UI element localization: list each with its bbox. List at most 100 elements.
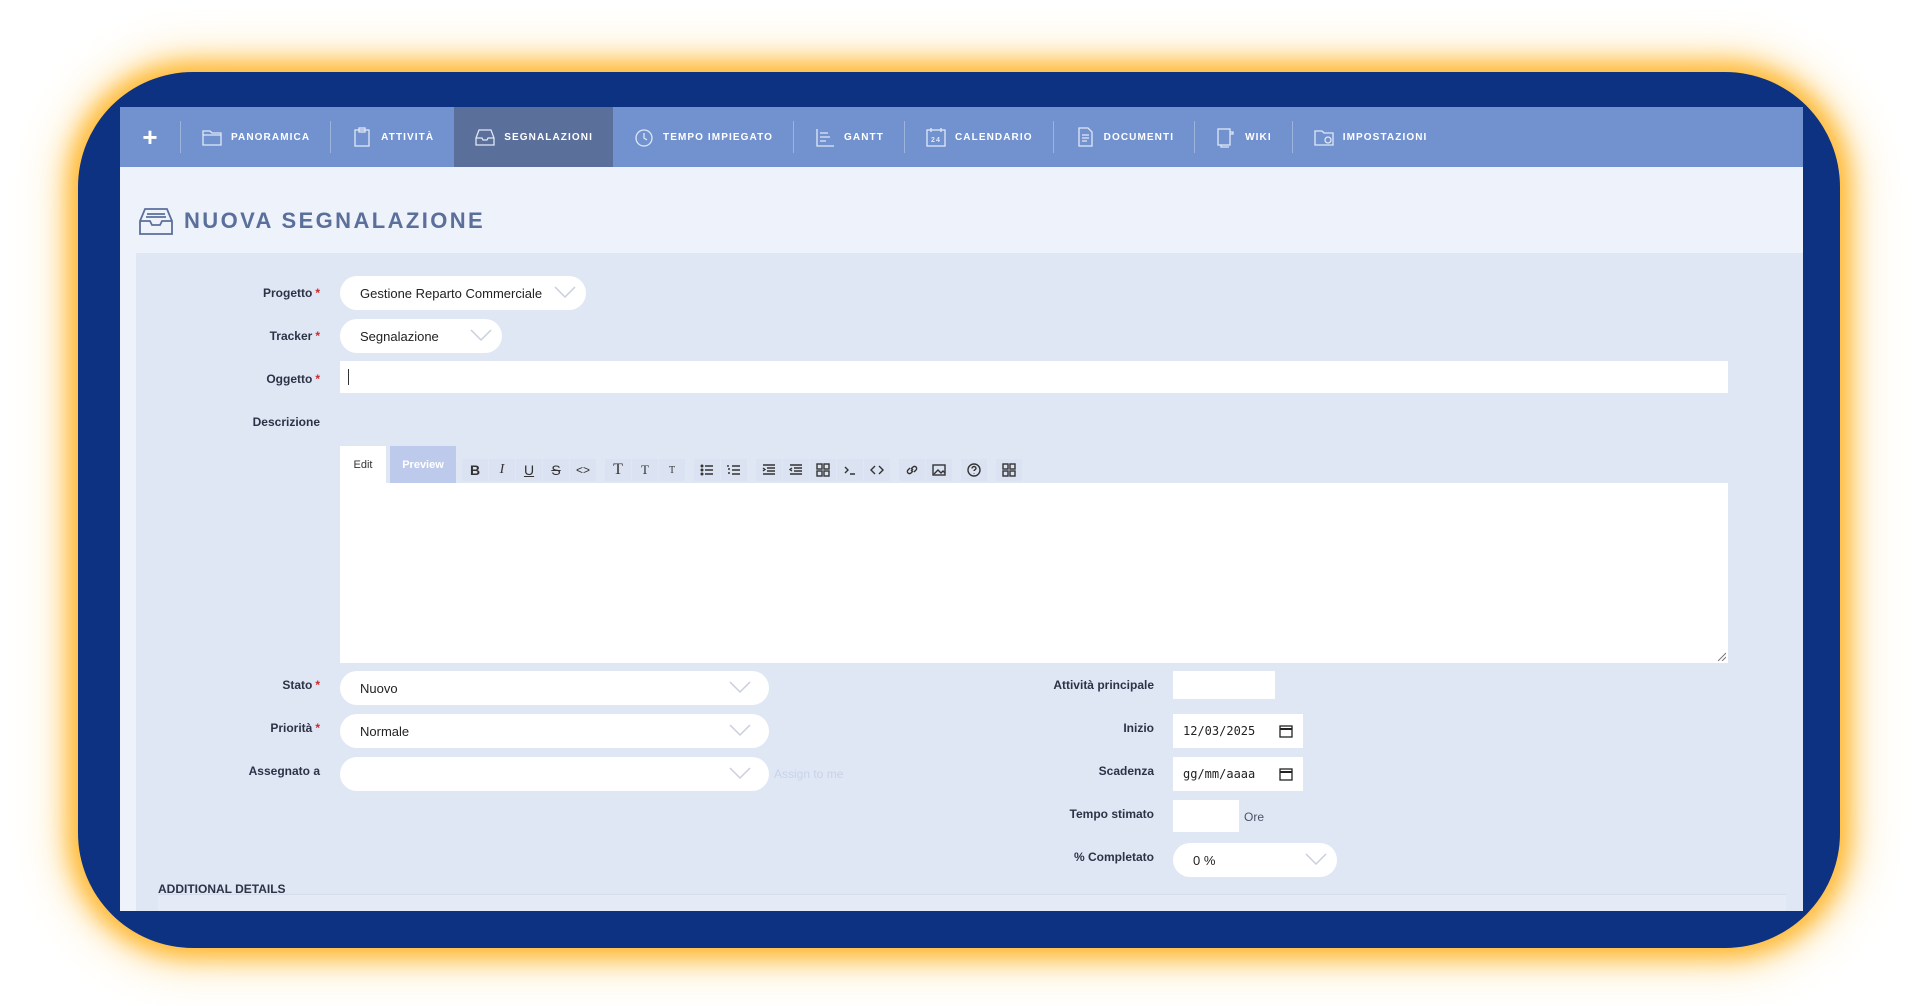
inline-code-button[interactable]: <> <box>570 459 596 481</box>
tab-impostazioni[interactable]: IMPOSTAZIONI <box>1293 107 1448 167</box>
document-icon <box>1077 127 1093 147</box>
bullet-list-icon <box>700 464 713 476</box>
assegnato-label: Assegnato a <box>248 764 320 778</box>
help-icon <box>967 463 981 477</box>
calendar-icon[interactable] <box>1279 767 1293 781</box>
tab-wiki[interactable]: WIKI <box>1195 107 1292 167</box>
indent-right-button[interactable] <box>756 459 782 481</box>
underline-button[interactable]: U <box>516 459 542 481</box>
completato-select[interactable]: 0 % <box>1173 843 1337 877</box>
tab-attivita[interactable]: ATTIVITÀ <box>331 107 454 167</box>
tab-segnalazioni[interactable]: SEGNALAZIONI <box>454 107 613 167</box>
link-button[interactable] <box>899 459 925 481</box>
svg-text:24: 24 <box>931 137 941 144</box>
attivita-principale-label: Attività principale <box>1053 678 1154 692</box>
text-caret <box>348 369 349 385</box>
link-icon <box>906 465 918 475</box>
calendar-icon[interactable] <box>1279 724 1293 738</box>
scadenza-label: Scadenza <box>1098 764 1154 778</box>
assegnato-select[interactable] <box>340 757 769 791</box>
chevron-down-icon <box>1305 852 1327 866</box>
new-object-button[interactable]: + <box>120 107 180 167</box>
tab-label: WIKI <box>1245 131 1272 143</box>
chevron-down-icon <box>470 328 492 342</box>
scadenza-date-input[interactable]: gg/mm/aaaa <box>1173 757 1303 791</box>
numbered-list-button[interactable] <box>721 459 747 481</box>
tab-preview[interactable]: Preview <box>390 446 456 484</box>
chevron-down-icon <box>729 766 751 780</box>
tab-tempo-impiegato[interactable]: TEMPO IMPIEGATO <box>613 107 793 167</box>
progetto-select[interactable]: Gestione Reparto Commerciale <box>340 276 586 310</box>
resize-handle-icon[interactable] <box>1716 651 1726 661</box>
macro-button[interactable] <box>996 459 1022 481</box>
app-screen: + PANORAMICA ATTIVITÀ SEGNALAZIONI TEMPO… <box>120 107 1803 911</box>
folder-icon <box>202 130 222 146</box>
indent-left-button[interactable] <box>783 459 809 481</box>
calendar-icon: 24 <box>926 128 946 147</box>
heading2-button[interactable]: T <box>632 459 658 481</box>
italic-button[interactable]: I <box>489 459 515 481</box>
wiki-icon <box>1217 128 1234 148</box>
inizio-date-input[interactable]: 12/03/2025 <box>1173 714 1303 748</box>
tab-label: IMPOSTAZIONI <box>1342 131 1428 143</box>
folder-settings-icon <box>1314 130 1334 146</box>
terminal-icon <box>844 466 855 475</box>
inbox-icon <box>139 208 173 235</box>
description-textarea[interactable] <box>340 483 1728 663</box>
page-title-text: NUOVA SEGNALAZIONE <box>184 208 486 233</box>
additional-details-legend: ADDITIONAL DETAILS <box>158 882 286 896</box>
tab-label: SEGNALAZIONI <box>504 131 593 143</box>
grid-icon <box>1002 463 1016 477</box>
tab-label: PANORAMICA <box>231 131 311 143</box>
table-button[interactable] <box>810 459 836 481</box>
tracker-label: Tracker * <box>269 329 320 343</box>
tab-label: ATTIVITÀ <box>381 131 435 143</box>
tempo-stimato-label: Tempo stimato <box>1069 807 1154 821</box>
tempo-stimato-input[interactable] <box>1173 800 1239 832</box>
bold-button[interactable]: B <box>462 459 488 481</box>
progetto-label: Progetto * <box>262 286 320 300</box>
image-button[interactable] <box>926 459 952 481</box>
pre-button[interactable] <box>837 459 863 481</box>
descrizione-label: Descrizione <box>252 415 320 429</box>
code-button[interactable] <box>864 459 890 481</box>
numbered-list-icon <box>727 465 740 475</box>
oggetto-label: Oggetto * <box>266 372 320 386</box>
ore-unit: Ore <box>1244 810 1265 824</box>
heading3-button[interactable]: T <box>659 459 685 481</box>
chevron-down-icon <box>729 723 751 737</box>
tab-label: DOCUMENTI <box>1103 131 1175 143</box>
gantt-icon <box>816 129 835 147</box>
stato-label: Stato * <box>282 678 320 692</box>
tab-panoramica[interactable]: PANORAMICA <box>181 107 330 167</box>
attivita-principale-input[interactable] <box>1173 671 1275 699</box>
chevron-down-icon <box>554 285 576 299</box>
editor-toolbar: B I U S <> T T T <box>462 459 1023 481</box>
page-title: NUOVA SEGNALAZIONE <box>138 205 485 237</box>
indent-right-icon <box>762 464 775 475</box>
inbox-icon <box>475 129 495 146</box>
table-icon <box>816 463 830 477</box>
assign-to-me-link[interactable]: Assign to me <box>774 767 843 781</box>
additional-details-fieldset <box>158 894 1786 911</box>
image-icon <box>932 464 946 476</box>
tracker-select[interactable]: Segnalazione <box>340 319 502 353</box>
oggetto-input[interactable] <box>340 361 1728 393</box>
clock-icon <box>635 129 653 147</box>
tab-label: CALENDARIO <box>954 131 1033 143</box>
tab-label: GANTT <box>844 131 884 143</box>
project-menu: + PANORAMICA ATTIVITÀ SEGNALAZIONI TEMPO… <box>120 107 1803 167</box>
tab-label: TEMPO IMPIEGATO <box>662 131 774 143</box>
help-button[interactable] <box>961 459 987 481</box>
bullet-list-button[interactable] <box>694 459 720 481</box>
tab-edit[interactable]: Edit <box>340 446 386 484</box>
tab-gantt[interactable]: GANTT <box>794 107 904 167</box>
completato-label: % Completato <box>1073 850 1154 864</box>
stato-select[interactable]: Nuovo <box>340 671 769 705</box>
tab-documenti[interactable]: DOCUMENTI <box>1054 107 1194 167</box>
tab-calendario[interactable]: 24 CALENDARIO <box>905 107 1053 167</box>
code-icon <box>870 465 884 475</box>
priorita-select[interactable]: Normale <box>340 714 769 748</box>
strike-button[interactable]: S <box>543 459 569 481</box>
heading1-button[interactable]: T <box>605 459 631 481</box>
